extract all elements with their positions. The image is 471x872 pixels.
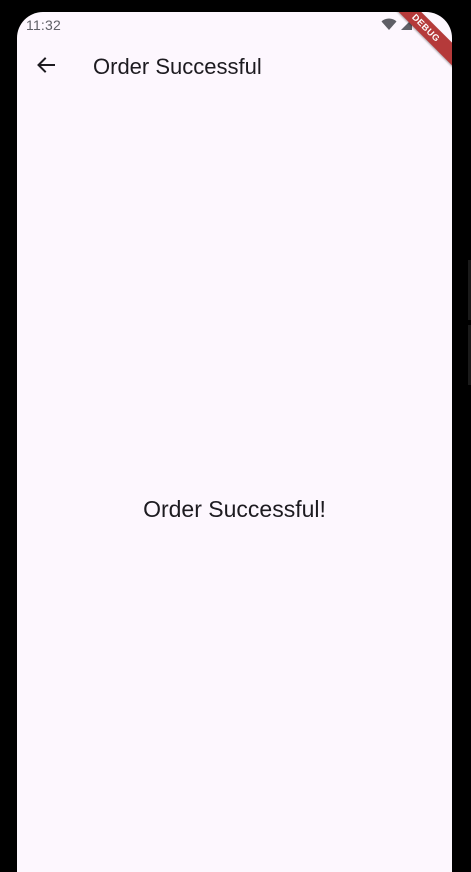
back-button[interactable] xyxy=(30,51,62,83)
wifi-icon xyxy=(381,18,397,36)
page-title: Order Successful xyxy=(93,54,262,79)
status-time: 11:32 xyxy=(26,17,61,33)
app-bar: Order Successful xyxy=(17,42,452,92)
arrow-back-icon xyxy=(36,55,56,80)
status-bar: 11:32 DEBUG xyxy=(17,12,452,68)
order-success-message: Order Successful! xyxy=(143,496,326,522)
app-screen: 11:32 DEBUG Order Successful Order Succe… xyxy=(17,12,452,872)
phone-frame: 11:32 DEBUG Order Successful Order Succe… xyxy=(0,0,471,872)
